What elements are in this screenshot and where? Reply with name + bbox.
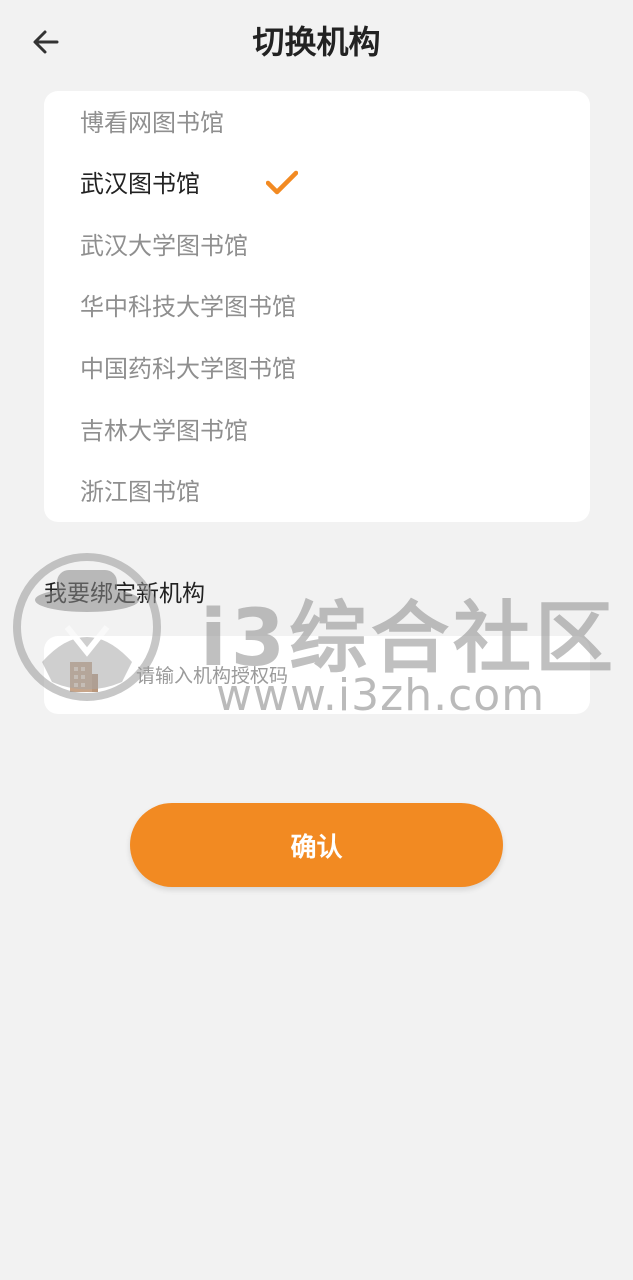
auth-code-field[interactable] [44,636,590,714]
confirm-button[interactable]: 确认 [130,803,503,887]
top-bar: 切换机构 [0,0,633,86]
bind-new-org-label: 我要绑定新机构 [44,581,205,607]
org-item-hust-library[interactable]: 华中科技大学图书馆 [80,277,296,337]
org-item-zhejiang-library[interactable]: 浙江图书馆 [80,462,200,522]
org-item-jlu-library[interactable]: 吉林大学图书馆 [80,401,248,461]
auth-code-input[interactable] [134,654,568,698]
page-title: 切换机构 [252,23,381,61]
org-item-label: 博看网图书馆 [80,109,224,137]
building-icon [70,662,98,692]
back-button[interactable] [24,20,68,64]
org-item-cpu-library[interactable]: 中国药科大学图书馆 [80,339,296,399]
org-item-bokan[interactable]: 博看网图书馆 [80,93,224,153]
checkmark-icon [266,170,298,195]
org-item-label: 浙江图书馆 [80,478,200,506]
org-item-label: 中国药科大学图书馆 [80,355,296,383]
org-item-label: 武汉大学图书馆 [80,232,248,260]
org-item-label: 华中科技大学图书馆 [80,293,296,321]
org-item-label: 吉林大学图书馆 [80,417,248,445]
org-item-label: 武汉图书馆 [80,170,200,198]
arrow-left-icon [33,30,59,54]
org-item-whu-library[interactable]: 武汉大学图书馆 [80,216,248,276]
org-item-wuhan-library[interactable]: 武汉图书馆 [80,154,298,214]
organization-list: 博看网图书馆 武汉图书馆 武汉大学图书馆 华中科技大学图书馆 中国药科大学图书馆… [44,91,590,522]
